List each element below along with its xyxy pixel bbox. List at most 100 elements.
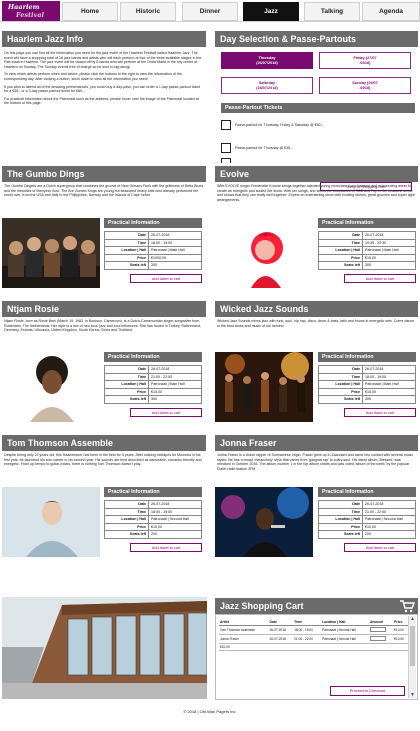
info-key: Price <box>104 387 149 396</box>
add-ticket-button[interactable]: Add ticket to cart <box>344 542 416 552</box>
event-photo <box>2 487 100 557</box>
cart-cell: 26-07-2018 <box>268 634 294 644</box>
day-button-sunday[interactable]: Sunday (29/07/2018) <box>319 77 411 94</box>
cart-total-row: €10,00 <box>219 643 409 651</box>
event-photo <box>215 218 313 288</box>
info-value: 300 <box>148 395 202 404</box>
tab-historic[interactable]: Historic <box>120 2 176 21</box>
ticket-option[interactable]: Passe-partout for Thursday, Friday & Sat… <box>221 120 323 130</box>
scroll-down-icon[interactable]: ▼ <box>410 692 415 698</box>
ticket-label: Passe-partout for Thursday, Friday & Sat… <box>235 123 323 127</box>
ticket-checkbox[interactable] <box>221 143 231 153</box>
checkout-button[interactable]: Proceed to Checkout <box>330 686 405 696</box>
patronaat-building-image[interactable] <box>2 597 207 699</box>
info-paragraph: On this page you can find all the inform… <box>4 51 202 69</box>
logo-line1: Haarlem <box>8 3 40 11</box>
info-key: Time <box>318 372 363 381</box>
info-key: Price <box>104 522 149 531</box>
practical-info-title: Practical Information <box>318 218 416 228</box>
practical-info: Practical Information Date 26-07-2018 Tim… <box>104 487 202 552</box>
info-value: Patronaat | Main Hall <box>362 246 416 255</box>
info-paragraph: To view which artists perform when and w… <box>4 72 182 81</box>
event-photo <box>215 352 313 422</box>
cart-cell: Jonna Fraser <box>219 634 269 644</box>
add-ticket-button[interactable]: Add ticket to cart <box>130 407 202 417</box>
add-ticket-button[interactable]: Add ticket to cart <box>130 542 202 552</box>
practical-info: Practical Information Date 26-07-2018 Tim… <box>104 218 202 283</box>
info-paragraph: For practical information about the Patr… <box>4 96 199 106</box>
info-value: Patronaat | Main Hall <box>362 380 416 389</box>
day-label: Thursday <box>258 56 276 60</box>
amount-input[interactable] <box>369 636 386 641</box>
info-value: 26-07-2018 <box>148 365 202 374</box>
info-value: Patronaat | Main Hall <box>148 246 202 255</box>
passe-partout-title: Passe-Partout Tickets <box>221 103 415 113</box>
info-key: Date <box>318 231 363 240</box>
info-value: 200 <box>148 530 202 539</box>
info-key: Price <box>318 387 363 396</box>
day-date: (26/07/2018) <box>256 61 278 65</box>
info-key: Seats left <box>318 530 363 539</box>
info-value: 18:00 - 19:00 <box>148 507 202 516</box>
scroll-thumb[interactable] <box>410 626 415 666</box>
info-title: Haarlem Jazz Info <box>2 31 206 47</box>
info-key: Location | Hall <box>318 380 363 389</box>
info-key: Time <box>104 372 149 381</box>
cart-icon[interactable] <box>399 599 415 613</box>
day-button-saturday[interactable]: Saturday (28/07/2018) <box>221 77 313 94</box>
cart-amount-cell <box>368 625 394 635</box>
cart-title-text: Jazz Shopping Cart <box>220 601 304 611</box>
info-value: 26-07-2018 <box>362 365 416 374</box>
practical-info-table: Date 26-07-2018 Time 18:00 - 19:00 Locatio… <box>104 231 202 270</box>
amount-input[interactable] <box>369 627 386 632</box>
info-key: Location | Hall <box>104 515 149 524</box>
tab-agenda[interactable]: Agenda <box>362 2 420 21</box>
event-photo <box>2 352 100 422</box>
cart-scrollbar[interactable]: ▲ ▼ <box>408 616 416 698</box>
add-ticket-button[interactable]: Add ticket to cart <box>344 407 416 417</box>
cart-row: Jonna Fraser 26-07-2018 21:00 - 22:00 Pa… <box>219 634 409 644</box>
practical-info-table: Date 26-07-2018 Time 21:00 - 22:00 Locatio… <box>318 500 416 539</box>
info-value: 21:00 - 22:00 <box>148 372 202 381</box>
ticket-checkbox[interactable] <box>221 158 231 163</box>
tab-talking[interactable]: Talking <box>304 2 360 21</box>
ticket-option[interactable]: Passe-partout for Thursday @ €35,- <box>221 143 292 153</box>
ticket-checkbox[interactable] <box>221 120 231 130</box>
info-value: 26-07-2018 <box>148 231 202 240</box>
cart-row: Tom Thomson Assemble 26-07-2018 18:00 - … <box>219 625 409 635</box>
info-key: Price <box>318 522 363 531</box>
practical-info: Practical Information Date 26-07-2018 Tim… <box>318 218 416 283</box>
info-key: Location | Hall <box>104 380 149 389</box>
day-button-friday[interactable]: Friday (27/07/2018) <box>319 52 411 69</box>
info-key: Date <box>104 500 149 509</box>
tab-dinner[interactable]: Dinner <box>182 2 238 21</box>
day-button-thursday[interactable]: Thursday (26/07/2018) <box>221 52 313 69</box>
info-key: Price <box>318 253 363 262</box>
footer: © 2018 | Obi-Wan Pagers Inc. <box>183 709 237 714</box>
tab-home[interactable]: Home <box>62 2 118 21</box>
tab-jazz[interactable]: Jazz <box>243 2 299 21</box>
practical-info-title: Practical Information <box>318 352 416 362</box>
info-key: Date <box>318 365 363 374</box>
info-value: €10,00 <box>362 522 416 531</box>
add-ticket-button[interactable]: Add ticket to cart <box>130 273 202 283</box>
info-key: Time <box>104 238 149 247</box>
event-description: Despite being only 22 years old, this Ha… <box>4 453 202 467</box>
info-key: Seats left <box>318 395 363 404</box>
day-label: Friday (27/07 <box>353 56 377 60</box>
practical-info-title: Practical Information <box>318 487 416 497</box>
info-key: Location | Hall <box>318 246 363 255</box>
event-title: Ntjam Rosie <box>2 301 206 317</box>
info-key: Seats left <box>104 261 149 270</box>
festival-logo[interactable]: Haarlem Festival <box>2 1 60 21</box>
info-value: 26-07-2018 <box>362 500 416 509</box>
event-photo <box>215 487 313 557</box>
add-ticket-button[interactable]: Add ticket to cart <box>344 273 416 283</box>
scroll-up-icon[interactable]: ▲ <box>410 616 415 622</box>
ticket-label: Passe-partout for Thursday @ €35,- <box>235 146 293 150</box>
practical-info-table: Date 26-07-2018 Time 18:00 - 19:00 Locatio… <box>318 365 416 404</box>
info-value: Patronaat | Second Hall <box>148 515 202 524</box>
cart-title: Jazz Shopping Cart <box>215 598 418 614</box>
cart-amount-cell <box>368 634 394 644</box>
day-label: Saturday <box>258 81 276 85</box>
